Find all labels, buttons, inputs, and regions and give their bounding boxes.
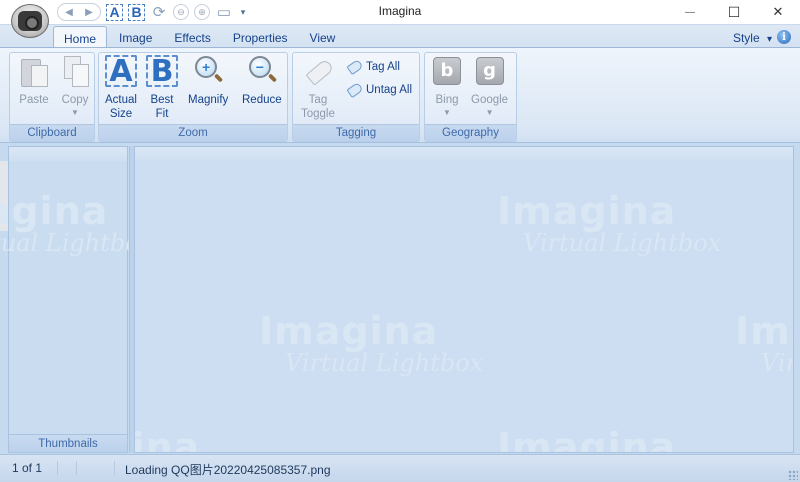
google-dropdown-icon: ▼ bbox=[485, 108, 494, 117]
magnify-button[interactable]: + Magnify bbox=[188, 55, 228, 107]
reduce-button[interactable]: − Reduce bbox=[242, 55, 282, 107]
minimize-button[interactable]: — bbox=[668, 0, 712, 24]
image-count: 1 of 1 bbox=[12, 461, 43, 475]
bing-dropdown-icon: ▼ bbox=[443, 108, 451, 117]
save-icon[interactable]: ▭ bbox=[215, 3, 233, 21]
magnify-icon: + bbox=[194, 56, 224, 86]
thumbnails-pane[interactable]: Imagina Virtual Lightbox Thumbnails bbox=[0, 146, 153, 453]
watermark-2: Imagina Virtual Lightbox bbox=[259, 309, 484, 377]
best-fit-label-line2: Fit bbox=[155, 108, 169, 120]
refresh-icon[interactable]: ⟳ bbox=[150, 3, 168, 21]
actual-size-icon: A bbox=[105, 55, 137, 87]
zoom-group-label: Zoom bbox=[99, 124, 287, 141]
best-fit-label-line1: Best bbox=[150, 94, 174, 106]
tag-all-icon bbox=[346, 58, 364, 76]
qat-best-fit-icon[interactable]: B bbox=[128, 3, 145, 21]
camera-icon bbox=[18, 11, 42, 31]
google-label: Google bbox=[471, 94, 509, 106]
tag-toggle-label-line1: Tag bbox=[308, 94, 328, 106]
untag-all-button[interactable]: Untag All bbox=[346, 81, 413, 99]
ribbon-tab-strip: Home Image Effects Properties View Style… bbox=[0, 24, 800, 49]
watermark-4: Imagina bbox=[497, 425, 677, 453]
actual-size-label-line1: Actual bbox=[105, 94, 137, 106]
tab-effects[interactable]: Effects bbox=[164, 26, 220, 49]
tagging-group: Tag Toggle Tag All Untag All Tagging bbox=[292, 52, 420, 142]
copy-label: Copy bbox=[61, 94, 89, 106]
quick-access-toolbar: ◀ ▶ A B ⟳ ⊖ ⊕ ▭ ▾ bbox=[50, 2, 248, 22]
tag-icon bbox=[305, 58, 331, 84]
next-image-icon[interactable]: ⊕ bbox=[194, 4, 210, 20]
bing-label: Bing bbox=[435, 94, 459, 106]
copy-icon bbox=[62, 56, 89, 87]
customize-toolbar-icon[interactable]: ▾ bbox=[238, 3, 248, 21]
zoom-group: A Actual Size B Best Fit + Magnify − Red… bbox=[98, 52, 288, 142]
maximize-button[interactable]: ☐ bbox=[712, 0, 756, 24]
geography-group-label: Geography bbox=[425, 124, 516, 141]
tag-toggle-label-line2: Toggle bbox=[301, 108, 335, 120]
paste-icon bbox=[21, 56, 48, 87]
status-separator bbox=[114, 461, 115, 475]
resize-grip-icon[interactable] bbox=[788, 470, 798, 480]
close-button[interactable]: ✕ bbox=[756, 0, 800, 24]
tagging-group-label: Tagging bbox=[293, 124, 419, 141]
tab-properties[interactable]: Properties bbox=[223, 26, 298, 49]
tab-image[interactable]: Image bbox=[109, 26, 162, 49]
title-bar: ◀ ▶ A B ⟳ ⊖ ⊕ ▭ ▾ Imagina — ☐ ✕ bbox=[0, 0, 800, 24]
untag-all-label: Untag All bbox=[366, 84, 413, 96]
actual-size-label-line2: Size bbox=[109, 108, 133, 120]
style-menu-label: Style bbox=[732, 31, 760, 45]
thumbnails-pane-header bbox=[9, 147, 127, 161]
bing-button[interactable]: b Bing ▼ bbox=[431, 55, 463, 117]
ribbon-panel: Paste Copy ▼ Clipboard A Actual Size B B… bbox=[0, 47, 800, 143]
tab-home[interactable]: Home bbox=[53, 26, 108, 49]
google-button[interactable]: g Google ▼ bbox=[471, 55, 508, 117]
best-fit-icon: B bbox=[146, 55, 178, 87]
bing-icon: b bbox=[433, 57, 461, 85]
watermark-3: Imagina Virtual Lightbox bbox=[735, 309, 794, 377]
info-icon[interactable]: i bbox=[777, 30, 791, 44]
application-menu-button[interactable] bbox=[11, 4, 49, 38]
watermark-1: Imagina Virtual Lightbox bbox=[497, 189, 722, 257]
actual-size-button[interactable]: A Actual Size bbox=[105, 55, 137, 121]
window-controls: — ☐ ✕ bbox=[668, 0, 800, 24]
image-viewer-header bbox=[135, 147, 793, 161]
watermark-5: Imagina bbox=[135, 425, 201, 453]
status-separator bbox=[57, 461, 58, 475]
qat-actual-size-icon[interactable]: A bbox=[106, 3, 123, 21]
paste-button[interactable]: Paste bbox=[18, 55, 50, 107]
copy-button[interactable]: Copy ▼ bbox=[59, 55, 91, 117]
forward-arrow-icon[interactable]: ▶ bbox=[80, 3, 98, 21]
paste-label: Paste bbox=[19, 94, 49, 106]
ribbon-tabs: Home Image Effects Properties View bbox=[53, 26, 347, 49]
style-menu[interactable]: Style ▾ bbox=[733, 31, 772, 45]
status-separator bbox=[76, 461, 77, 475]
chevron-down-icon: ▾ bbox=[766, 34, 772, 45]
tag-all-button[interactable]: Tag All bbox=[346, 58, 400, 76]
back-arrow-icon[interactable]: ◀ bbox=[60, 3, 78, 21]
magnify-label: Magnify bbox=[188, 94, 229, 106]
thumbnails-label: Thumbnails bbox=[9, 434, 127, 452]
status-bar: 1 of 1 Loading QQ图片20220425085357.png bbox=[0, 454, 800, 482]
clipboard-group: Paste Copy ▼ Clipboard bbox=[9, 52, 95, 142]
status-message: Loading QQ图片20220425085357.png bbox=[125, 463, 331, 477]
main-area: Imagina Virtual Lightbox Thumbnails Imag… bbox=[0, 143, 800, 454]
previous-image-icon[interactable]: ⊖ bbox=[173, 4, 189, 20]
untag-all-icon bbox=[346, 81, 364, 99]
copy-dropdown-icon: ▼ bbox=[71, 108, 79, 117]
tag-toggle-button[interactable]: Tag Toggle bbox=[301, 55, 335, 121]
geography-group: b Bing ▼ g Google ▼ Geography bbox=[424, 52, 517, 142]
history-nav-group: ◀ ▶ bbox=[57, 3, 101, 21]
reduce-icon: − bbox=[248, 56, 277, 86]
image-viewer[interactable]: Imagina Virtual Lightbox Imagina Virtual… bbox=[134, 146, 794, 453]
tag-all-label: Tag All bbox=[366, 61, 400, 73]
google-icon: g bbox=[475, 57, 504, 85]
tab-view[interactable]: View bbox=[300, 26, 346, 49]
clipboard-group-label: Clipboard bbox=[10, 124, 94, 141]
reduce-label: Reduce bbox=[242, 94, 282, 106]
best-fit-button[interactable]: B Best Fit bbox=[146, 55, 178, 121]
